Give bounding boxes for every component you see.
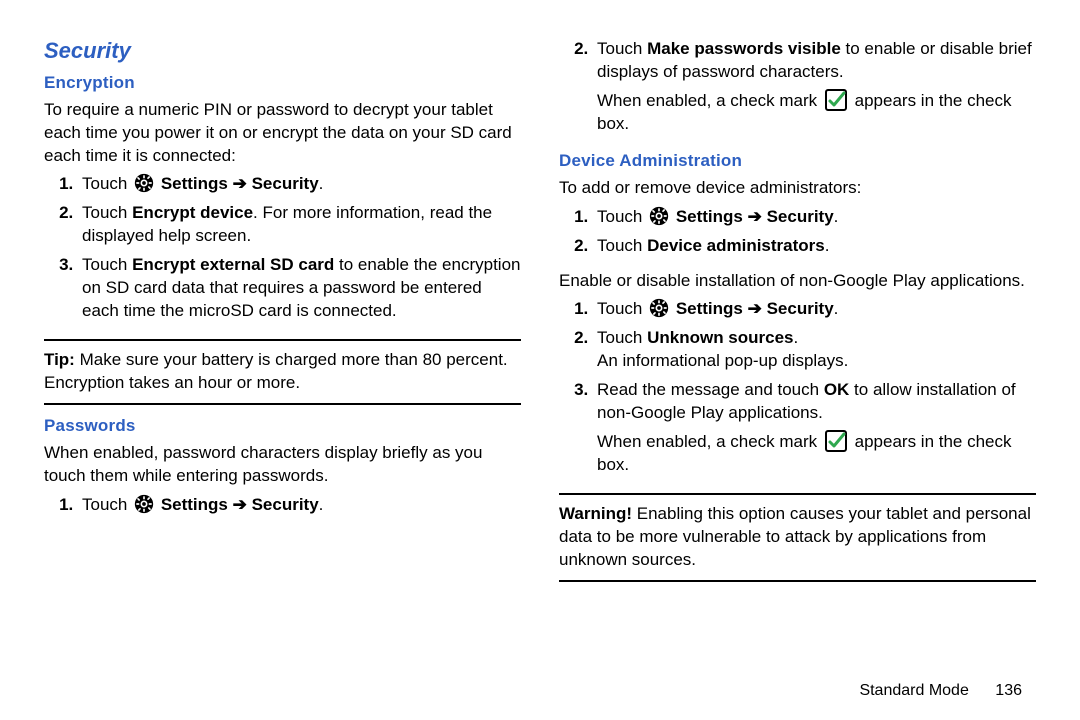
device-admin-intro: To add or remove device administrators: [559, 177, 1036, 200]
unknown-sources-steps: Touch Settings ➔ Security. Touch Unknown… [559, 298, 1036, 483]
gear-icon [649, 206, 669, 226]
passwords-steps-right: Touch Make passwords visible to enable o… [559, 38, 1036, 142]
unknown-sources-step-1: Touch Settings ➔ Security. [593, 298, 1036, 321]
heading-passwords: Passwords [44, 415, 521, 438]
device-admin-step-2: Touch Device administrators. [593, 235, 1036, 258]
passwords-steps-left: Touch Settings ➔ Security. [44, 494, 521, 523]
gear-icon [134, 173, 154, 193]
divider [44, 339, 521, 341]
right-column: Touch Make passwords visible to enable o… [559, 36, 1036, 708]
checkmark-icon [824, 429, 848, 453]
footer-mode: Standard Mode [859, 682, 968, 699]
non-google-play-intro: Enable or disable installation of non-Go… [559, 270, 1036, 293]
unknown-sources-info: An informational pop-up displays. [597, 350, 1036, 373]
encryption-step-1: Touch Settings ➔ Security. [78, 173, 521, 196]
heading-encryption: Encryption [44, 72, 521, 95]
divider [44, 403, 521, 405]
encryption-intro: To require a numeric PIN or password to … [44, 99, 521, 168]
page-footer: Standard Mode 136 [859, 680, 1022, 702]
passwords-step-1: Touch Settings ➔ Security. [78, 494, 521, 517]
passwords-step-2: Touch Make passwords visible to enable o… [593, 38, 1036, 136]
device-admin-steps: Touch Settings ➔ Security. Touch Device … [559, 206, 1036, 264]
encryption-step-3: Touch Encrypt external SD card to enable… [78, 254, 521, 323]
divider [559, 493, 1036, 495]
gear-icon [649, 298, 669, 318]
passwords-intro: When enabled, password characters displa… [44, 442, 521, 488]
device-admin-step-1: Touch Settings ➔ Security. [593, 206, 1036, 229]
unknown-sources-step-3: Read the message and touch OK to allow i… [593, 379, 1036, 477]
checkmark-icon [824, 88, 848, 112]
left-column: Security Encryption To require a numeric… [44, 36, 521, 708]
section-title: Security [44, 36, 521, 66]
encryption-step-2: Touch Encrypt device. For more informati… [78, 202, 521, 248]
warning-note: Warning! Enabling this option causes you… [559, 503, 1036, 572]
encryption-steps: Touch Settings ➔ Security. Touch Encrypt… [44, 173, 521, 329]
divider [559, 580, 1036, 582]
gear-icon [134, 494, 154, 514]
unknown-sources-step-2: Touch Unknown sources. An informational … [593, 327, 1036, 373]
footer-page-number: 136 [995, 682, 1022, 699]
heading-device-admin: Device Administration [559, 150, 1036, 173]
encryption-tip: Tip: Make sure your battery is charged m… [44, 349, 521, 395]
